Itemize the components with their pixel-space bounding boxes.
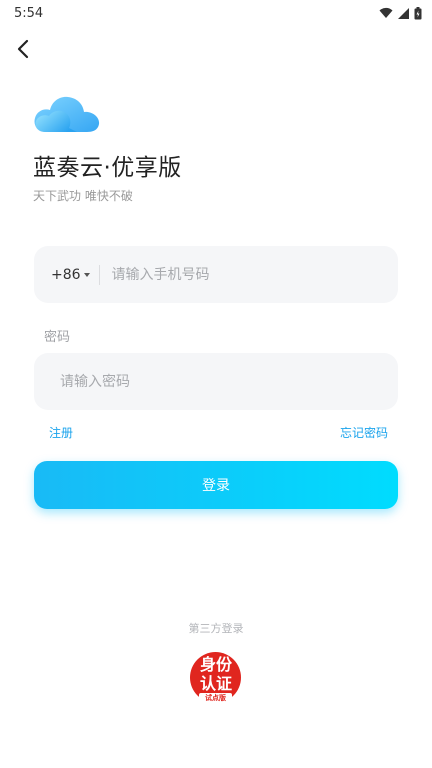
app-slogan: 天下武功 唯快不破 (33, 189, 133, 203)
id-auth-login-button[interactable]: 身份 认证 试点版 (189, 652, 242, 705)
register-link[interactable]: 注册 (49, 424, 73, 441)
cloud-logo-icon (34, 96, 100, 132)
password-input[interactable] (58, 372, 398, 391)
country-code-selector[interactable]: +86 (51, 267, 99, 283)
forgot-password-link[interactable]: 忘记密码 (340, 424, 388, 441)
password-label: 密码 (44, 330, 71, 345)
field-divider (98, 264, 100, 285)
country-code-label: +86 (51, 266, 81, 283)
status-bar: 5:54 (0, 0, 432, 26)
phone-field: +86 (34, 246, 398, 303)
status-icons (379, 6, 422, 20)
back-arrow-icon (17, 39, 29, 59)
id-auth-line2: 认证 (199, 674, 232, 693)
id-auth-badge-text: 身份 认证 (196, 655, 236, 695)
battery-icon (414, 6, 422, 19)
status-time: 5:54 (14, 5, 44, 21)
signal-icon (398, 7, 409, 19)
third-party-login-title: 第三方登录 (188, 622, 244, 635)
back-button[interactable] (10, 36, 36, 62)
phone-input[interactable] (109, 265, 398, 284)
wifi-icon (379, 7, 393, 18)
id-auth-sub-label: 试点版 (199, 693, 232, 704)
login-button[interactable]: 登录 (34, 461, 398, 509)
id-auth-line1: 身份 (199, 655, 232, 674)
password-field (34, 353, 398, 410)
caret-down-icon (83, 272, 90, 277)
app-title: 蓝奏云·优享版 (33, 155, 182, 181)
